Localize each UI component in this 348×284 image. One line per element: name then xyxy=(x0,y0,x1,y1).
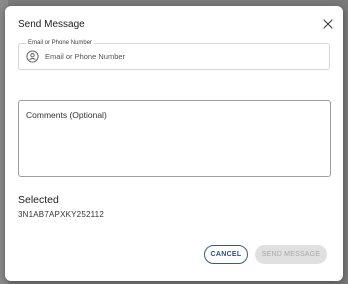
close-button[interactable] xyxy=(321,17,335,31)
send-message-dialog: Send Message Email or Phone Number Email… xyxy=(5,6,343,281)
email-or-phone-field[interactable]: Email or Phone Number Email or Phone Num… xyxy=(18,40,330,70)
dialog-title: Send Message xyxy=(18,19,85,30)
email-or-phone-label: Email or Phone Number xyxy=(26,40,95,46)
comments-placeholder: Comments (Optional) xyxy=(26,110,107,120)
close-icon xyxy=(323,19,333,29)
person-circle-icon xyxy=(26,50,39,63)
comments-textarea[interactable]: Comments (Optional) xyxy=(18,100,331,177)
selected-vin: 3N1AB7APXKY252112 xyxy=(18,210,104,219)
email-or-phone-input[interactable]: Email or Phone Number xyxy=(45,52,125,61)
selected-heading: Selected xyxy=(18,194,59,206)
send-message-button[interactable]: SEND MESSAGE xyxy=(255,245,327,264)
cancel-button[interactable]: CANCEL xyxy=(204,245,248,264)
